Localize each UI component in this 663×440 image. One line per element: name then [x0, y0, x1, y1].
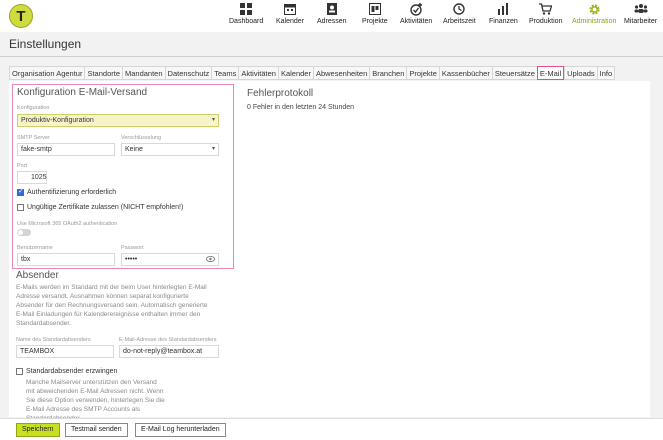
chevron-down-icon: ▾ — [211, 117, 215, 123]
tab-projekte[interactable]: Projekte — [406, 66, 439, 80]
tab-teams[interactable]: Teams — [211, 66, 239, 80]
smtp-server-label: SMTP Server — [17, 135, 50, 141]
logo-letter: T — [16, 7, 26, 25]
force-sender-description: Manche Mailserver unterstützen den Versa… — [26, 379, 165, 422]
tab-kalender[interactable]: Kalender — [277, 66, 313, 80]
username-input[interactable]: tbx — [17, 253, 115, 266]
nav-kalender[interactable]: Kalender — [276, 2, 304, 30]
nav-label: Projekte — [362, 18, 388, 25]
nav-adressen[interactable]: Adressen — [317, 2, 347, 30]
tab-uploads[interactable]: Uploads — [564, 66, 597, 80]
port-label: Port — [17, 163, 28, 169]
encryption-select[interactable]: Keine ▾ — [121, 143, 219, 156]
tab-info[interactable]: Info — [596, 66, 616, 80]
nav-label: Arbeitszeit — [443, 18, 476, 25]
nav-label: Aktivitäten — [400, 18, 433, 25]
tab-branchen[interactable]: Branchen — [369, 66, 407, 80]
konfiguration-select[interactable]: Produktiv-Konfiguration ▾ — [17, 114, 219, 127]
smtp-server-input[interactable]: fake-smtp — [17, 143, 115, 156]
nav-arbeitszeit[interactable]: Arbeitszeit — [443, 2, 476, 30]
sender-description: E-Mails werden im Standard mit der beim … — [16, 284, 208, 327]
nav-label: Kalender — [276, 18, 305, 25]
config-heading: Konfiguration E-Mail-Versand — [17, 87, 148, 98]
send-testmail-button[interactable]: Testmail senden — [65, 423, 128, 437]
footer-bar: Speichern Testmail senden E-Mail Log her… — [0, 418, 663, 440]
tab-abwesenheiten[interactable]: Abwesenheiten — [312, 66, 370, 80]
errorlog-heading: Fehlerprotokoll — [247, 88, 314, 99]
oauth-toggle[interactable] — [17, 229, 31, 236]
oauth-label: Use Microsoft 365 OAuth2 authentication — [17, 221, 118, 227]
nav-label: Mitarbeiter — [624, 18, 658, 25]
nav-aktivitaeten[interactable]: Aktivitäten — [400, 2, 432, 30]
tab-aktivitaeten[interactable]: Aktivitäten — [238, 66, 278, 80]
password-input[interactable]: ••••• — [121, 253, 219, 266]
nav-label: Administration — [572, 18, 617, 25]
folder-icon — [368, 2, 381, 16]
nav-projekte[interactable]: Projekte — [362, 2, 388, 30]
nav-finanzen[interactable]: Finanzen — [489, 2, 518, 30]
username-label: Benutzername — [17, 245, 53, 251]
sender-heading: Absender — [16, 270, 59, 281]
gear-icon — [588, 2, 601, 16]
nav-label: Finanzen — [489, 18, 518, 25]
grid-icon — [240, 2, 253, 16]
errorlog-text: 0 Fehler in den letzten 24 Stunden — [247, 104, 355, 111]
save-button[interactable]: Speichern — [16, 423, 60, 437]
konfiguration-value: Produktiv-Konfiguration — [21, 117, 94, 124]
top-navigation-bar: T Dashboard Kalender Adressen Projekte A… — [0, 0, 663, 32]
password-label: Passwort — [121, 245, 144, 251]
encryption-value: Keine — [125, 146, 143, 153]
address-book-icon — [326, 2, 338, 16]
auth-checkbox[interactable] — [17, 187, 24, 196]
download-email-log-button[interactable]: E-Mail Log herunterladen — [135, 423, 226, 437]
activity-icon — [409, 2, 423, 16]
teambox-logo[interactable]: T — [9, 4, 33, 28]
encryption-label: Verschlüsselung — [121, 135, 162, 141]
calendar-icon — [284, 2, 297, 16]
sender-email-label: E-Mail-Adresse des Standardabsenders — [119, 337, 217, 343]
sender-name-input[interactable]: TEAMBOX — [16, 345, 114, 358]
eye-icon[interactable] — [206, 255, 215, 267]
invalid-certs-checkbox[interactable] — [17, 204, 24, 211]
force-sender-checkbox[interactable] — [16, 368, 23, 375]
sender-name-label: Name des Standardabsenders — [16, 337, 91, 343]
nav-label: Dashboard — [229, 18, 264, 25]
tab-organisation-agentur[interactable]: Organisation Agentur — [9, 66, 85, 80]
tab-mandanten[interactable]: Mandanten — [122, 66, 165, 80]
sender-email-input[interactable]: do-not-reply@teambox.at — [119, 345, 219, 358]
page-title: Einstellungen — [9, 37, 82, 51]
nav-label: Produktion — [529, 18, 563, 25]
tab-kassenbuecher[interactable]: Kassenbücher — [438, 66, 492, 80]
tab-steuersaetze[interactable]: Steuersätze — [491, 66, 537, 80]
port-input[interactable]: 1025 — [17, 171, 47, 184]
force-sender-label: Standardabsender erzwingen — [26, 368, 118, 375]
invalid-certs-label: Ungültige Zertifikate zulassen (NICHT em… — [27, 204, 184, 211]
nav-label: Adressen — [317, 18, 347, 25]
clock-icon — [453, 2, 466, 16]
password-value: ••••• — [125, 256, 138, 263]
auth-label: Authentifizierung erforderlich — [27, 189, 117, 196]
tab-datenschutz[interactable]: Datenschutz — [164, 66, 212, 80]
konfiguration-label: Konfiguration — [17, 105, 50, 111]
nav-dashboard[interactable]: Dashboard — [229, 2, 263, 30]
settings-tabs: Organisation Agentur Standorte Mandanten… — [9, 65, 616, 81]
tab-e-mail[interactable]: E-Mail — [536, 66, 565, 80]
users-icon — [634, 2, 648, 16]
nav-administration[interactable]: Administration — [572, 2, 616, 30]
cart-icon — [539, 2, 553, 16]
chevron-down-icon: ▾ — [211, 146, 215, 152]
divider — [0, 56, 663, 57]
nav-mitarbeiter[interactable]: Mitarbeiter — [624, 2, 657, 30]
finance-chart-icon — [497, 2, 509, 16]
nav-produktion[interactable]: Produktion — [529, 2, 562, 30]
tab-standorte[interactable]: Standorte — [84, 66, 122, 80]
